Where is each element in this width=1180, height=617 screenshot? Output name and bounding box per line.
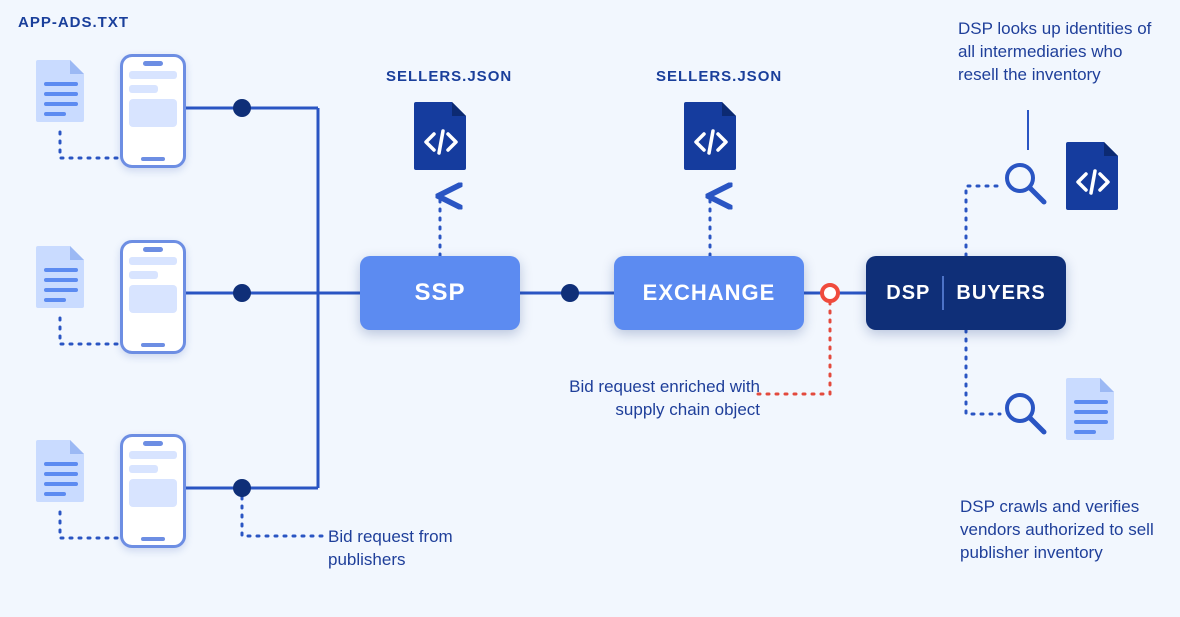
branch-node-3 bbox=[233, 479, 251, 497]
dsp-crawls-callout: DSP crawls and verifies vendors authoriz… bbox=[960, 496, 1160, 565]
exchange-box: EXCHANGE bbox=[614, 256, 804, 330]
magnifier-crawl-icon bbox=[1002, 390, 1048, 436]
ssp-box: SSP bbox=[360, 256, 520, 330]
publisher-app-3 bbox=[120, 434, 186, 548]
app-ads-doc-2 bbox=[34, 244, 88, 310]
sellers-json-ssp-label: SELLERS.JSON bbox=[386, 68, 512, 85]
branch-node-2 bbox=[233, 284, 251, 302]
app-ads-doc-dsp bbox=[1064, 376, 1118, 442]
buyers-label: BUYERS bbox=[956, 282, 1045, 305]
exchange-label: EXCHANGE bbox=[643, 280, 776, 306]
ssp-label: SSP bbox=[414, 279, 465, 307]
sellers-json-doc-dsp bbox=[1064, 140, 1122, 212]
magnifier-lookup-icon bbox=[1002, 160, 1048, 206]
dsp-buyers-box: DSP BUYERS bbox=[866, 256, 1066, 330]
diagram-root: APP-ADS.TXT SELLERS.JSON SELLERS.JSON SS… bbox=[0, 0, 1180, 617]
dsp-lookup-callout: DSP looks up identities of all intermedi… bbox=[958, 18, 1158, 87]
publisher-app-2 bbox=[120, 240, 186, 354]
sellers-json-exchange-label: SELLERS.JSON bbox=[656, 68, 782, 85]
bid-request-enriched-callout: Bid request enriched with supply chain o… bbox=[540, 376, 760, 422]
supply-chain-object-node bbox=[820, 283, 840, 303]
app-ads-txt-label: APP-ADS.TXT bbox=[18, 14, 129, 31]
sellers-json-doc-ssp bbox=[412, 100, 470, 172]
app-ads-doc-3 bbox=[34, 438, 88, 504]
app-ads-doc-1 bbox=[34, 58, 88, 124]
ssp-exchange-node bbox=[561, 284, 579, 302]
dsp-buyers-separator bbox=[942, 276, 944, 310]
sellers-json-doc-exchange bbox=[682, 100, 740, 172]
bid-request-publishers-callout: Bid request from publishers bbox=[328, 526, 508, 572]
branch-node-1 bbox=[233, 99, 251, 117]
dsp-label: DSP bbox=[886, 282, 930, 305]
publisher-app-1 bbox=[120, 54, 186, 168]
